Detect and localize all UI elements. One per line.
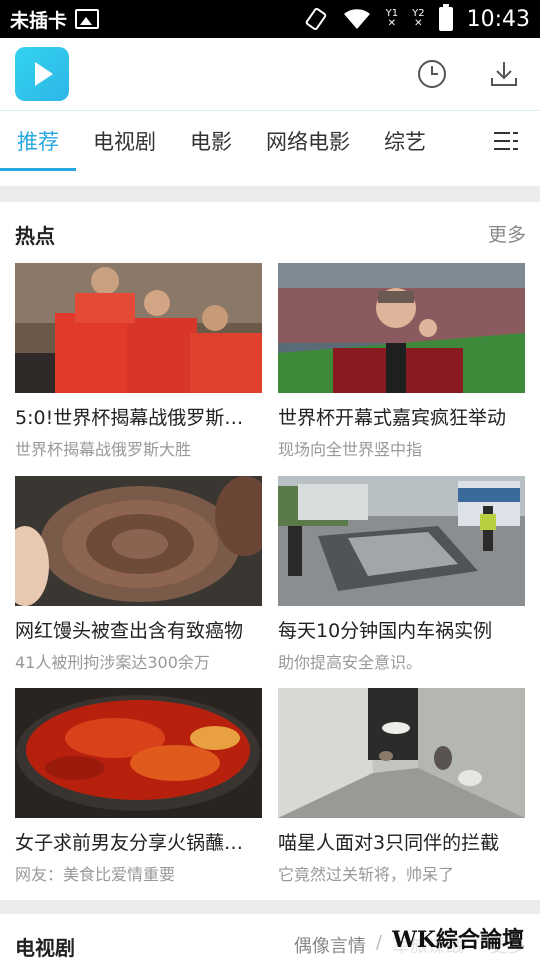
video-thumbnail [15, 263, 262, 393]
video-subtitle: 41人被刑拘涉案达300余万 [15, 653, 210, 672]
download-icon[interactable] [488, 58, 520, 90]
section-divider [0, 900, 540, 914]
sim2-icon: Y2 ✕ [412, 8, 425, 29]
tab-tv-series[interactable]: 电视剧 [76, 111, 173, 171]
video-card[interactable]: 世界杯开幕式嘉宾疯狂举动 现场向全世界竖中指 [278, 263, 525, 460]
wifi-icon [343, 9, 370, 29]
hot-section-title: 热点 [15, 224, 55, 248]
video-subtitle: 助你提高安全意识。 [278, 653, 423, 672]
tag-separator: / [375, 932, 382, 953]
image-notification-icon [75, 9, 100, 29]
video-card[interactable]: 5:0!世界杯揭幕战俄罗斯… 世界杯揭幕战俄罗斯大胜 [15, 263, 262, 460]
video-thumbnail [278, 688, 525, 818]
video-thumbnail [15, 688, 262, 818]
clock-icon[interactable] [416, 58, 448, 90]
video-title: 5:0!世界杯揭幕战俄罗斯… [15, 407, 244, 429]
carrier-label: 未插卡 [10, 9, 68, 32]
forum-watermark: WK綜合論壇 [388, 922, 528, 954]
tab-movies[interactable]: 电影 [173, 111, 249, 171]
video-subtitle: 世界杯揭幕战俄罗斯大胜 [15, 440, 192, 459]
status-bar: 未插卡 Y1 ✕ Y2 ✕ 10:43 [0, 0, 540, 38]
section-divider [0, 186, 540, 202]
tv-tag-idol-romance[interactable]: 偶像言情 [294, 932, 366, 958]
video-subtitle: 网友：美食比爱情重要 [15, 865, 176, 884]
tab-web-movies[interactable]: 网络电影 [249, 111, 367, 171]
battery-icon [438, 4, 453, 31]
category-tabs: 推荐 电视剧 电影 网络电影 综艺 [0, 110, 540, 171]
video-title: 喵星人面对3只同伴的拦截 [278, 832, 500, 854]
clock-time: 10:43 [466, 6, 530, 32]
video-thumbnail [15, 476, 262, 606]
hot-more-link[interactable]: 更多 [488, 220, 526, 247]
video-thumbnail [278, 263, 525, 393]
tab-variety[interactable]: 综艺 [367, 111, 443, 171]
video-title: 女子求前男友分享火锅蘸… [15, 832, 244, 854]
video-subtitle: 现场向全世界竖中指 [278, 440, 423, 459]
menu-icon[interactable] [494, 131, 518, 151]
video-card[interactable]: 网红馒头被查出含有致癌物 41人被刑拘涉案达300余万 [15, 476, 262, 673]
video-card[interactable]: 女子求前男友分享火锅蘸… 网友：美食比爱情重要 [15, 688, 262, 885]
video-title: 世界杯开幕式嘉宾疯狂举动 [278, 407, 507, 429]
rotate-lock-icon [305, 7, 326, 31]
video-card[interactable]: 每天10分钟国内车祸实例 助你提高安全意识。 [278, 476, 525, 673]
video-subtitle: 它竟然过关斩将，帅呆了 [278, 865, 455, 884]
tab-recommend[interactable]: 推荐 [0, 111, 76, 171]
sim1-icon: Y1 ✕ [385, 8, 399, 29]
video-title: 网红馒头被查出含有致癌物 [15, 620, 244, 642]
app-header [0, 38, 540, 110]
video-card[interactable]: 喵星人面对3只同伴的拦截 它竟然过关斩将，帅呆了 [278, 688, 525, 885]
video-title: 每天10分钟国内车祸实例 [278, 620, 493, 642]
play-logo-icon[interactable] [15, 47, 69, 101]
video-thumbnail [278, 476, 525, 606]
tv-section-title: 电视剧 [15, 936, 75, 960]
